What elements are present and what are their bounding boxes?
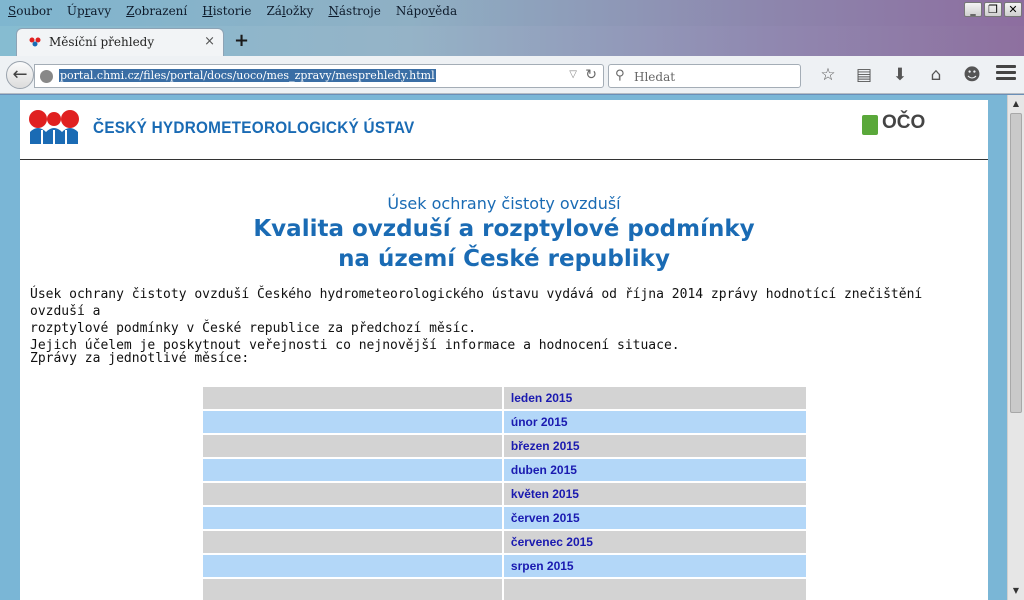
tab-close-icon[interactable]: × (204, 34, 215, 49)
month-link-srpen-2015[interactable]: srpen 2015 (511, 559, 574, 573)
menu-zobrazeni[interactable]: Zobrazení (118, 2, 194, 22)
title-line-1: Kvalita ovzduší a rozptylové podmínky (253, 216, 755, 242)
url-dropdown-icon[interactable]: ▽ (569, 69, 577, 80)
page-viewport: ČESKÝ HYDROMETEOROLOGICKÝ ÚSTAV OČO Úsek… (0, 95, 1024, 600)
page-title: Kvalita ovzduší a rozptylové podmínky na… (20, 214, 988, 274)
month-link-cervenec-2015[interactable]: červenec 2015 (511, 535, 593, 549)
menu-upravy[interactable]: Úpravy (59, 2, 118, 22)
site-name[interactable]: ČESKÝ HYDROMETEOROLOGICKÝ ÚSTAV (93, 118, 414, 138)
table-row: srpen 2015 (203, 555, 806, 577)
url-text[interactable]: portal.chmi.cz/files/portal/docs/uoco/me… (59, 69, 436, 82)
intro-text: Úsek ochrany čistoty ovzduší Českého hyd… (30, 286, 980, 354)
menu-nastroje[interactable]: Nástroje (320, 2, 387, 22)
month-link-unor-2015[interactable]: únor 2015 (511, 415, 568, 429)
reading-list-icon[interactable]: ▤ (846, 64, 882, 86)
search-bar[interactable]: ⚲ Hledat (608, 64, 801, 88)
scroll-thumb[interactable] (1010, 113, 1022, 413)
table-row: červenec 2015 (203, 531, 806, 553)
hamburger-menu-icon[interactable] (996, 65, 1016, 83)
chmi-logo-icon (29, 110, 79, 144)
vertical-scrollbar[interactable]: ▲ ▼ (1007, 95, 1024, 600)
table-row: březen 2015 (203, 435, 806, 457)
smiley-icon[interactable]: ☻ (954, 64, 990, 86)
page-content: ČESKÝ HYDROMETEOROLOGICKÝ ÚSTAV OČO Úsek… (20, 100, 988, 600)
tab-mesicni-prehledy[interactable]: Měsíční přehledy × (16, 28, 224, 56)
new-tab-button[interactable]: + (234, 30, 249, 51)
scroll-up-icon[interactable]: ▲ (1008, 97, 1024, 111)
bookmark-star-icon[interactable]: ☆ (810, 64, 846, 86)
menu-historie[interactable]: Historie (194, 2, 258, 22)
arrow-left-icon: ← (12, 64, 28, 85)
maximize-button[interactable]: ❐ (984, 2, 1002, 17)
table-row: únor 2015 (203, 411, 806, 433)
download-icon[interactable]: ⬇ (882, 64, 918, 86)
toolbar-icons: ☆ ▤ ⬇ ⌂ ☻ (810, 64, 990, 86)
scroll-down-icon[interactable]: ▼ (1008, 584, 1024, 598)
month-link-leden-2015[interactable]: leden 2015 (511, 391, 572, 405)
title-bar: Soubor Úpravy Zobrazení Historie Záložky… (0, 0, 1024, 26)
window-controls: _ ❐ ✕ (964, 2, 1022, 17)
table-row: červen 2015 (203, 507, 806, 529)
month-link-duben-2015[interactable]: duben 2015 (511, 463, 577, 477)
page-subtitle: Úsek ochrany čistoty ovzduší (387, 194, 621, 213)
intro-line-1: Úsek ochrany čistoty ovzduší Českého hyd… (30, 287, 923, 319)
menu-bar: Soubor Úpravy Zobrazení Historie Záložky… (0, 2, 464, 22)
reload-icon[interactable]: ↻ (585, 67, 597, 83)
search-icon: ⚲ (615, 68, 625, 83)
minimize-button[interactable]: _ (964, 2, 982, 17)
leaf-icon (862, 115, 878, 135)
close-window-button[interactable]: ✕ (1004, 2, 1022, 17)
table-row: duben 2015 (203, 459, 806, 481)
home-icon[interactable]: ⌂ (918, 64, 954, 86)
back-button[interactable]: ← (6, 61, 34, 89)
tab-title: Měsíční přehledy (49, 35, 155, 49)
url-bar[interactable]: portal.chmi.cz/files/portal/docs/uoco/me… (34, 64, 604, 88)
search-input[interactable]: Hledat (634, 70, 675, 84)
month-link-cerven-2015[interactable]: červen 2015 (511, 511, 580, 525)
navigation-bar: ← portal.chmi.cz/files/portal/docs/uoco/… (0, 56, 1024, 94)
months-table: leden 2015 únor 2015 březen 2015 duben 2… (201, 385, 808, 600)
oco-logo[interactable]: OČO (882, 112, 925, 134)
table-row: leden 2015 (203, 387, 806, 409)
menu-zalozky[interactable]: Záložky (258, 2, 320, 22)
table-row: květen 2015 (203, 483, 806, 505)
title-line-2: na území České republiky (338, 246, 670, 272)
month-link-kveten-2015[interactable]: květen 2015 (511, 487, 579, 501)
month-link-brezen-2015[interactable]: březen 2015 (511, 439, 580, 453)
menu-napoveda[interactable]: Nápověda (388, 2, 464, 22)
site-header: ČESKÝ HYDROMETEOROLOGICKÝ ÚSTAV OČO (20, 100, 988, 160)
chmi-favicon-icon (29, 37, 41, 47)
globe-icon (40, 70, 53, 83)
intro-line-2: rozptylové podmínky v České republice za… (30, 321, 477, 336)
table-row (203, 579, 806, 600)
tab-strip: Měsíční přehledy × + (0, 26, 1024, 56)
menu-soubor[interactable]: Soubor (0, 2, 59, 22)
reports-label: Zprávy za jednotlivé měsíce: (30, 351, 250, 366)
